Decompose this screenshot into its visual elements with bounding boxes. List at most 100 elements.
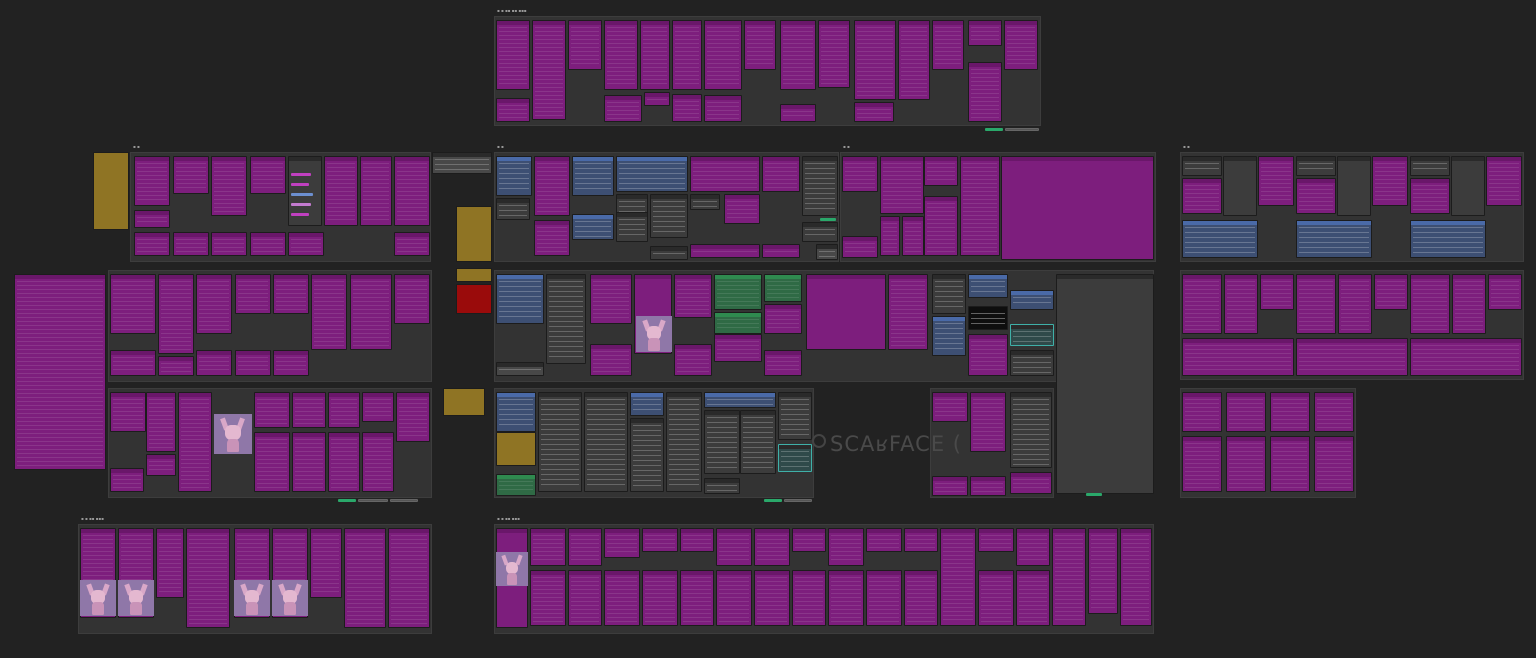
active-node[interactable] — [1410, 156, 1450, 176]
loader-node[interactable] — [496, 156, 532, 196]
queue-button[interactable] — [764, 499, 782, 502]
muted-node[interactable] — [680, 528, 714, 552]
active-node[interactable] — [740, 410, 776, 474]
muted-node[interactable] — [716, 528, 752, 566]
muted-node[interactable] — [640, 20, 670, 90]
muted-node[interactable] — [250, 156, 286, 194]
muted-node[interactable] — [394, 232, 430, 256]
queue-button[interactable] — [820, 218, 836, 221]
muted-node[interactable] — [674, 344, 712, 376]
loader-node[interactable] — [572, 156, 614, 196]
muted-node[interactable] — [362, 432, 394, 492]
muted-node[interactable] — [968, 20, 1002, 46]
muted-node[interactable] — [968, 62, 1002, 122]
active-node[interactable] — [666, 392, 702, 492]
muted-node[interactable] — [762, 156, 800, 192]
muted-node[interactable] — [110, 274, 156, 334]
muted-node[interactable] — [1224, 274, 1258, 334]
muted-node[interactable] — [968, 334, 1008, 376]
muted-node[interactable] — [1016, 528, 1050, 566]
muted-node[interactable] — [1226, 436, 1266, 492]
active-node[interactable] — [802, 156, 838, 216]
muted-node[interactable] — [110, 392, 146, 432]
muted-node[interactable] — [898, 20, 930, 100]
muted-node[interactable] — [1182, 274, 1222, 334]
muted-node[interactable] — [235, 350, 271, 376]
muted-node[interactable] — [273, 350, 309, 376]
muted-node[interactable] — [924, 196, 958, 256]
muted-node[interactable] — [324, 156, 358, 226]
muted-node[interactable] — [530, 528, 566, 566]
muted-node[interactable] — [704, 95, 742, 122]
loader-node[interactable] — [496, 274, 544, 324]
muted-node[interactable] — [690, 156, 760, 192]
loader-node[interactable] — [968, 274, 1008, 298]
queue-button[interactable] — [985, 128, 1003, 131]
muted-node[interactable] — [534, 156, 570, 216]
muted-node[interactable] — [156, 528, 184, 598]
muted-node[interactable] — [1296, 274, 1336, 334]
muted-node[interactable] — [642, 570, 678, 626]
loader-node[interactable] — [496, 392, 536, 432]
muted-node[interactable] — [754, 570, 790, 626]
muted-node[interactable] — [842, 236, 878, 258]
muted-node[interactable] — [146, 392, 176, 452]
muted-node[interactable] — [704, 20, 742, 90]
active-node[interactable] — [1296, 156, 1336, 176]
list-entry[interactable] — [291, 183, 309, 186]
muted-node[interactable] — [1010, 472, 1052, 494]
muted-node[interactable] — [328, 392, 360, 428]
muted-node[interactable] — [604, 570, 640, 626]
muted-node[interactable] — [273, 274, 309, 314]
muted-node[interactable] — [644, 92, 670, 106]
muted-node[interactable] — [642, 528, 678, 552]
muted-node[interactable] — [288, 232, 324, 256]
active-node[interactable] — [650, 246, 688, 260]
note-node[interactable] — [456, 268, 492, 282]
loader-node[interactable] — [1296, 220, 1372, 258]
muted-node[interactable] — [1182, 338, 1294, 376]
muted-node[interactable] — [1410, 338, 1522, 376]
muted-node[interactable] — [1260, 274, 1294, 310]
muted-node[interactable] — [1488, 274, 1522, 310]
muted-node[interactable] — [396, 392, 430, 442]
muted-node[interactable] — [568, 528, 602, 566]
muted-node[interactable] — [496, 98, 530, 122]
muted-node[interactable] — [904, 570, 938, 626]
muted-node[interactable] — [1016, 570, 1050, 626]
muted-node[interactable] — [186, 528, 230, 628]
list-entry[interactable] — [291, 193, 313, 196]
muted-node[interactable] — [110, 350, 156, 376]
muted-node[interactable] — [940, 528, 976, 626]
active-node[interactable] — [616, 212, 648, 242]
muted-node[interactable] — [902, 216, 924, 256]
active-node[interactable] — [704, 410, 740, 474]
group-footer-button[interactable] — [1005, 128, 1039, 131]
loader-node[interactable] — [932, 316, 966, 356]
list-entry[interactable] — [291, 203, 311, 206]
group-node[interactable] — [714, 274, 762, 310]
muted-node[interactable] — [970, 392, 1006, 452]
active-node[interactable] — [1010, 350, 1054, 376]
active-node[interactable] — [650, 194, 688, 238]
active-node[interactable] — [778, 392, 812, 440]
muted-node[interactable] — [360, 156, 392, 226]
muted-node[interactable] — [1314, 392, 1354, 432]
loader-node[interactable] — [572, 214, 614, 240]
node-canvas[interactable]: ▪ ▪ ▪▪ ▪▪ ▪▪▪ ▪ ▪ ▪ ▪ ▪ ▪ ▪ ▪ SCAʁFACE (… — [0, 0, 1536, 658]
active-node[interactable] — [496, 362, 544, 376]
muted-node[interactable] — [690, 244, 760, 258]
muted-node[interactable] — [780, 104, 816, 122]
note-node[interactable] — [443, 388, 485, 416]
active-node[interactable] — [538, 392, 582, 492]
active-node[interactable] — [1010, 392, 1052, 468]
muted-node[interactable] — [292, 432, 326, 492]
active-node[interactable] — [584, 392, 628, 492]
muted-node[interactable] — [1001, 156, 1154, 260]
muted-node[interactable] — [792, 528, 826, 552]
active-node[interactable] — [1451, 156, 1485, 216]
muted-node[interactable] — [714, 334, 762, 362]
list-entry[interactable] — [291, 173, 311, 176]
group-node[interactable] — [496, 474, 536, 496]
muted-node[interactable] — [716, 570, 752, 626]
